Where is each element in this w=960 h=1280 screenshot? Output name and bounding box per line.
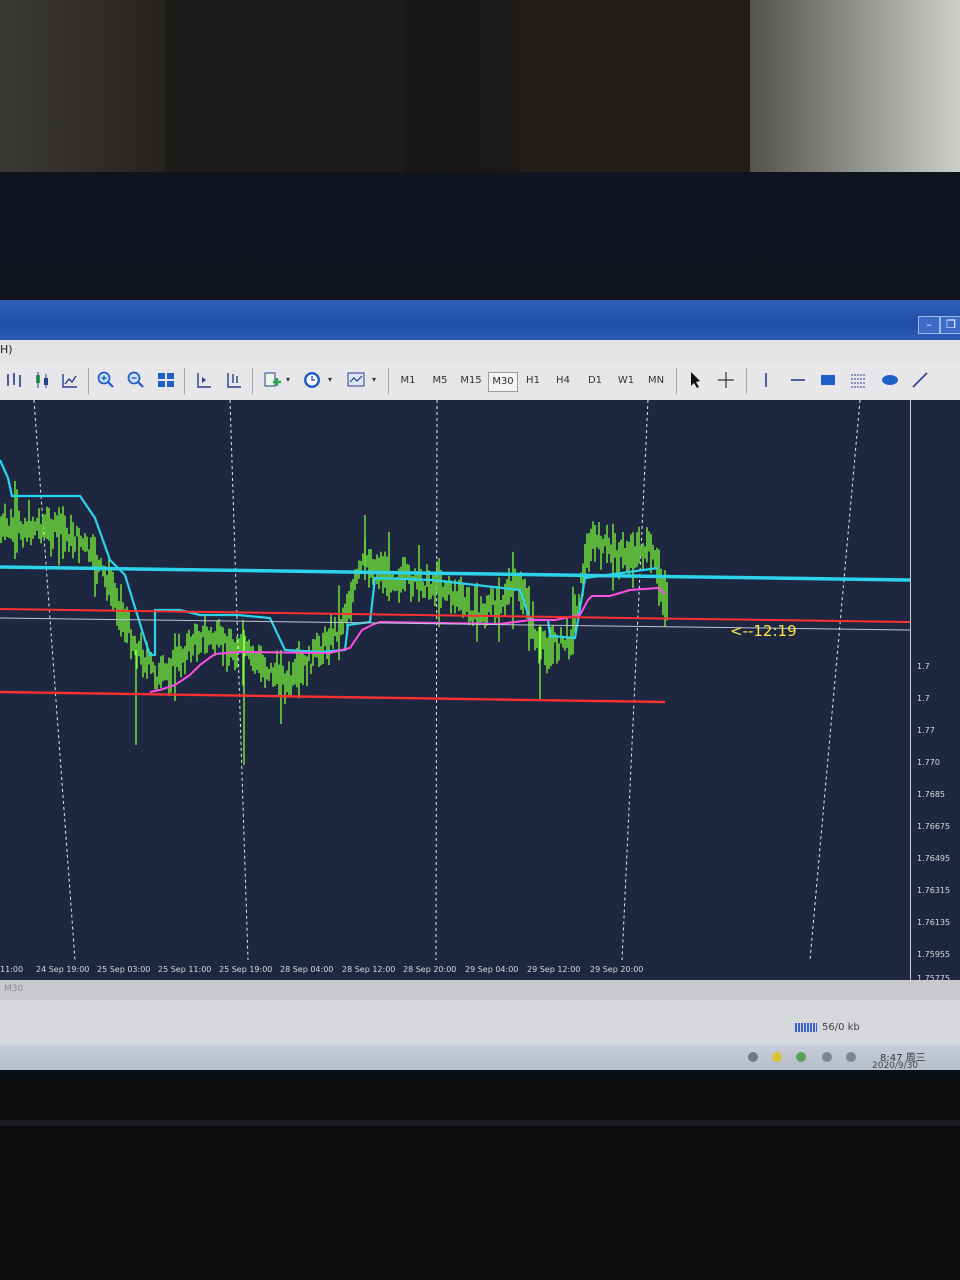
price-label: 1.76135 <box>917 918 951 927</box>
monitor-screen: – ❐ H) ▾ ▾ ▾ M1 M5 M15 M30 H1 H4 D1 W1 M… <box>0 300 960 1070</box>
price-label: 1.76495 <box>917 854 951 863</box>
crosshair-icon[interactable] <box>716 370 736 390</box>
horizontal-level-cyan <box>0 565 911 582</box>
tray-app-icon[interactable] <box>772 1052 782 1062</box>
price-label: 1.75955 <box>917 950 951 959</box>
menu-bar: H) <box>0 340 960 362</box>
time-annotation: <--12:19 <box>730 622 797 640</box>
price-label: 1.76675 <box>917 822 951 831</box>
monitor-bezel-bottom <box>0 1080 960 1280</box>
dropdown-arrow-icon[interactable]: ▾ <box>286 375 290 384</box>
toolbar-separator <box>746 368 747 394</box>
timeframe-m1[interactable]: M1 <box>396 372 420 390</box>
room-door <box>165 0 405 175</box>
tray-keyboard-icon[interactable] <box>748 1052 758 1062</box>
room-background <box>0 0 960 180</box>
timeframe-m5[interactable]: M5 <box>428 372 452 390</box>
connection-bars-icon <box>795 1023 817 1032</box>
rectangle-icon[interactable] <box>818 370 838 390</box>
time-label: 24 Sep 19:00 <box>36 965 90 974</box>
monitor-bezel-edge <box>0 1120 960 1126</box>
chart-tab[interactable]: M30 <box>4 984 23 994</box>
clock-date[interactable]: 2020/9/30 <box>872 1061 918 1070</box>
time-axis: 11:00 24 Sep 19:00 25 Sep 03:00 25 Sep 1… <box>0 960 910 980</box>
periods-clock-icon[interactable] <box>302 370 322 390</box>
room-door-2 <box>520 0 750 175</box>
indicators-icon[interactable] <box>262 370 282 390</box>
tray-network-icon[interactable] <box>822 1052 832 1062</box>
price-label: 1.77 <box>917 726 935 735</box>
autoscroll-icon[interactable] <box>224 370 244 390</box>
grid-line <box>621 399 649 961</box>
trendline-icon[interactable] <box>910 370 930 390</box>
timeframe-m15[interactable]: M15 <box>458 372 484 390</box>
toolbar-separator <box>252 368 253 394</box>
timeframe-d1[interactable]: D1 <box>584 372 606 390</box>
restore-button[interactable]: ❐ <box>940 316 960 334</box>
toolbar-separator <box>388 368 389 394</box>
tray-security-icon[interactable] <box>796 1052 806 1062</box>
time-label: 28 Sep 20:00 <box>403 965 457 974</box>
horizontal-line-icon[interactable] <box>788 370 808 390</box>
vertical-grid <box>33 399 861 961</box>
candlestick-icon[interactable] <box>32 370 52 390</box>
time-label: 28 Sep 04:00 <box>280 965 334 974</box>
time-label: 29 Sep 12:00 <box>527 965 581 974</box>
grid-line <box>809 399 861 961</box>
zoom-in-icon[interactable] <box>96 370 116 390</box>
time-label: 25 Sep 19:00 <box>219 965 273 974</box>
taskbar: 8:47 周三 2020/9/30 <box>0 1045 960 1070</box>
grid-line <box>435 399 438 961</box>
time-label: 25 Sep 03:00 <box>97 965 151 974</box>
price-label: 1.7 <box>917 662 930 671</box>
price-label: 1.7 <box>917 694 930 703</box>
timeframe-h4[interactable]: H4 <box>552 372 574 390</box>
grid-line <box>229 399 249 961</box>
toolbar-separator <box>184 368 185 394</box>
price-bars <box>0 480 668 765</box>
horizontal-level-red-lower <box>0 690 666 704</box>
vertical-line-icon[interactable] <box>756 370 776 390</box>
templates-icon[interactable] <box>346 370 366 390</box>
timeframe-w1[interactable]: W1 <box>614 372 638 390</box>
time-label: 29 Sep 20:00 <box>590 965 644 974</box>
dropdown-arrow-icon[interactable]: ▾ <box>328 375 332 384</box>
chart-canvas: <--12:19 <box>0 399 911 961</box>
timeframe-m30[interactable]: M30 <box>488 372 518 392</box>
price-axis: 1.7 1.7 1.77 1.770 1.7685 1.76675 1.7649… <box>910 400 960 983</box>
time-label: 11:00 <box>0 965 24 974</box>
cursor-arrow-icon[interactable] <box>686 370 706 390</box>
time-label: 25 Sep 11:00 <box>158 965 212 974</box>
price-chart[interactable]: <--12:19 11:00 24 Sep 19:00 25 Sep 03:00… <box>0 399 911 980</box>
tray-volume-icon[interactable] <box>846 1052 856 1062</box>
time-label: 29 Sep 04:00 <box>465 965 519 974</box>
toolbar-separator <box>676 368 677 394</box>
status-bar: 56/0 kb <box>0 1000 960 1045</box>
menu-fragment[interactable]: H) <box>0 343 13 356</box>
line-chart-icon[interactable] <box>60 370 80 390</box>
window-titlebar: – ❐ <box>0 300 960 340</box>
chart-tabs: M30 <box>0 980 960 1000</box>
price-label: 1.770 <box>917 758 940 767</box>
time-label: 28 Sep 12:00 <box>342 965 396 974</box>
traffic-indicator: 56/0 kb <box>822 1022 860 1033</box>
ellipse-icon[interactable] <box>880 370 900 390</box>
minimize-button[interactable]: – <box>918 316 940 334</box>
dropdown-arrow-icon[interactable]: ▾ <box>372 375 376 384</box>
toolbar: ▾ ▾ ▾ M1 M5 M15 M30 H1 H4 D1 W1 MN <box>0 362 960 401</box>
fibonacci-icon[interactable] <box>848 370 868 390</box>
grid-line <box>33 399 76 961</box>
price-label: 1.7685 <box>917 790 945 799</box>
chart-shift-icon[interactable] <box>194 370 214 390</box>
timeframe-mn[interactable]: MN <box>644 372 668 390</box>
zoom-out-icon[interactable] <box>126 370 146 390</box>
bar-chart-icon[interactable] <box>4 370 24 390</box>
tile-windows-icon[interactable] <box>156 370 176 390</box>
timeframe-h1[interactable]: H1 <box>522 372 544 390</box>
toolbar-separator <box>88 368 89 394</box>
price-label: 1.76315 <box>917 886 951 895</box>
